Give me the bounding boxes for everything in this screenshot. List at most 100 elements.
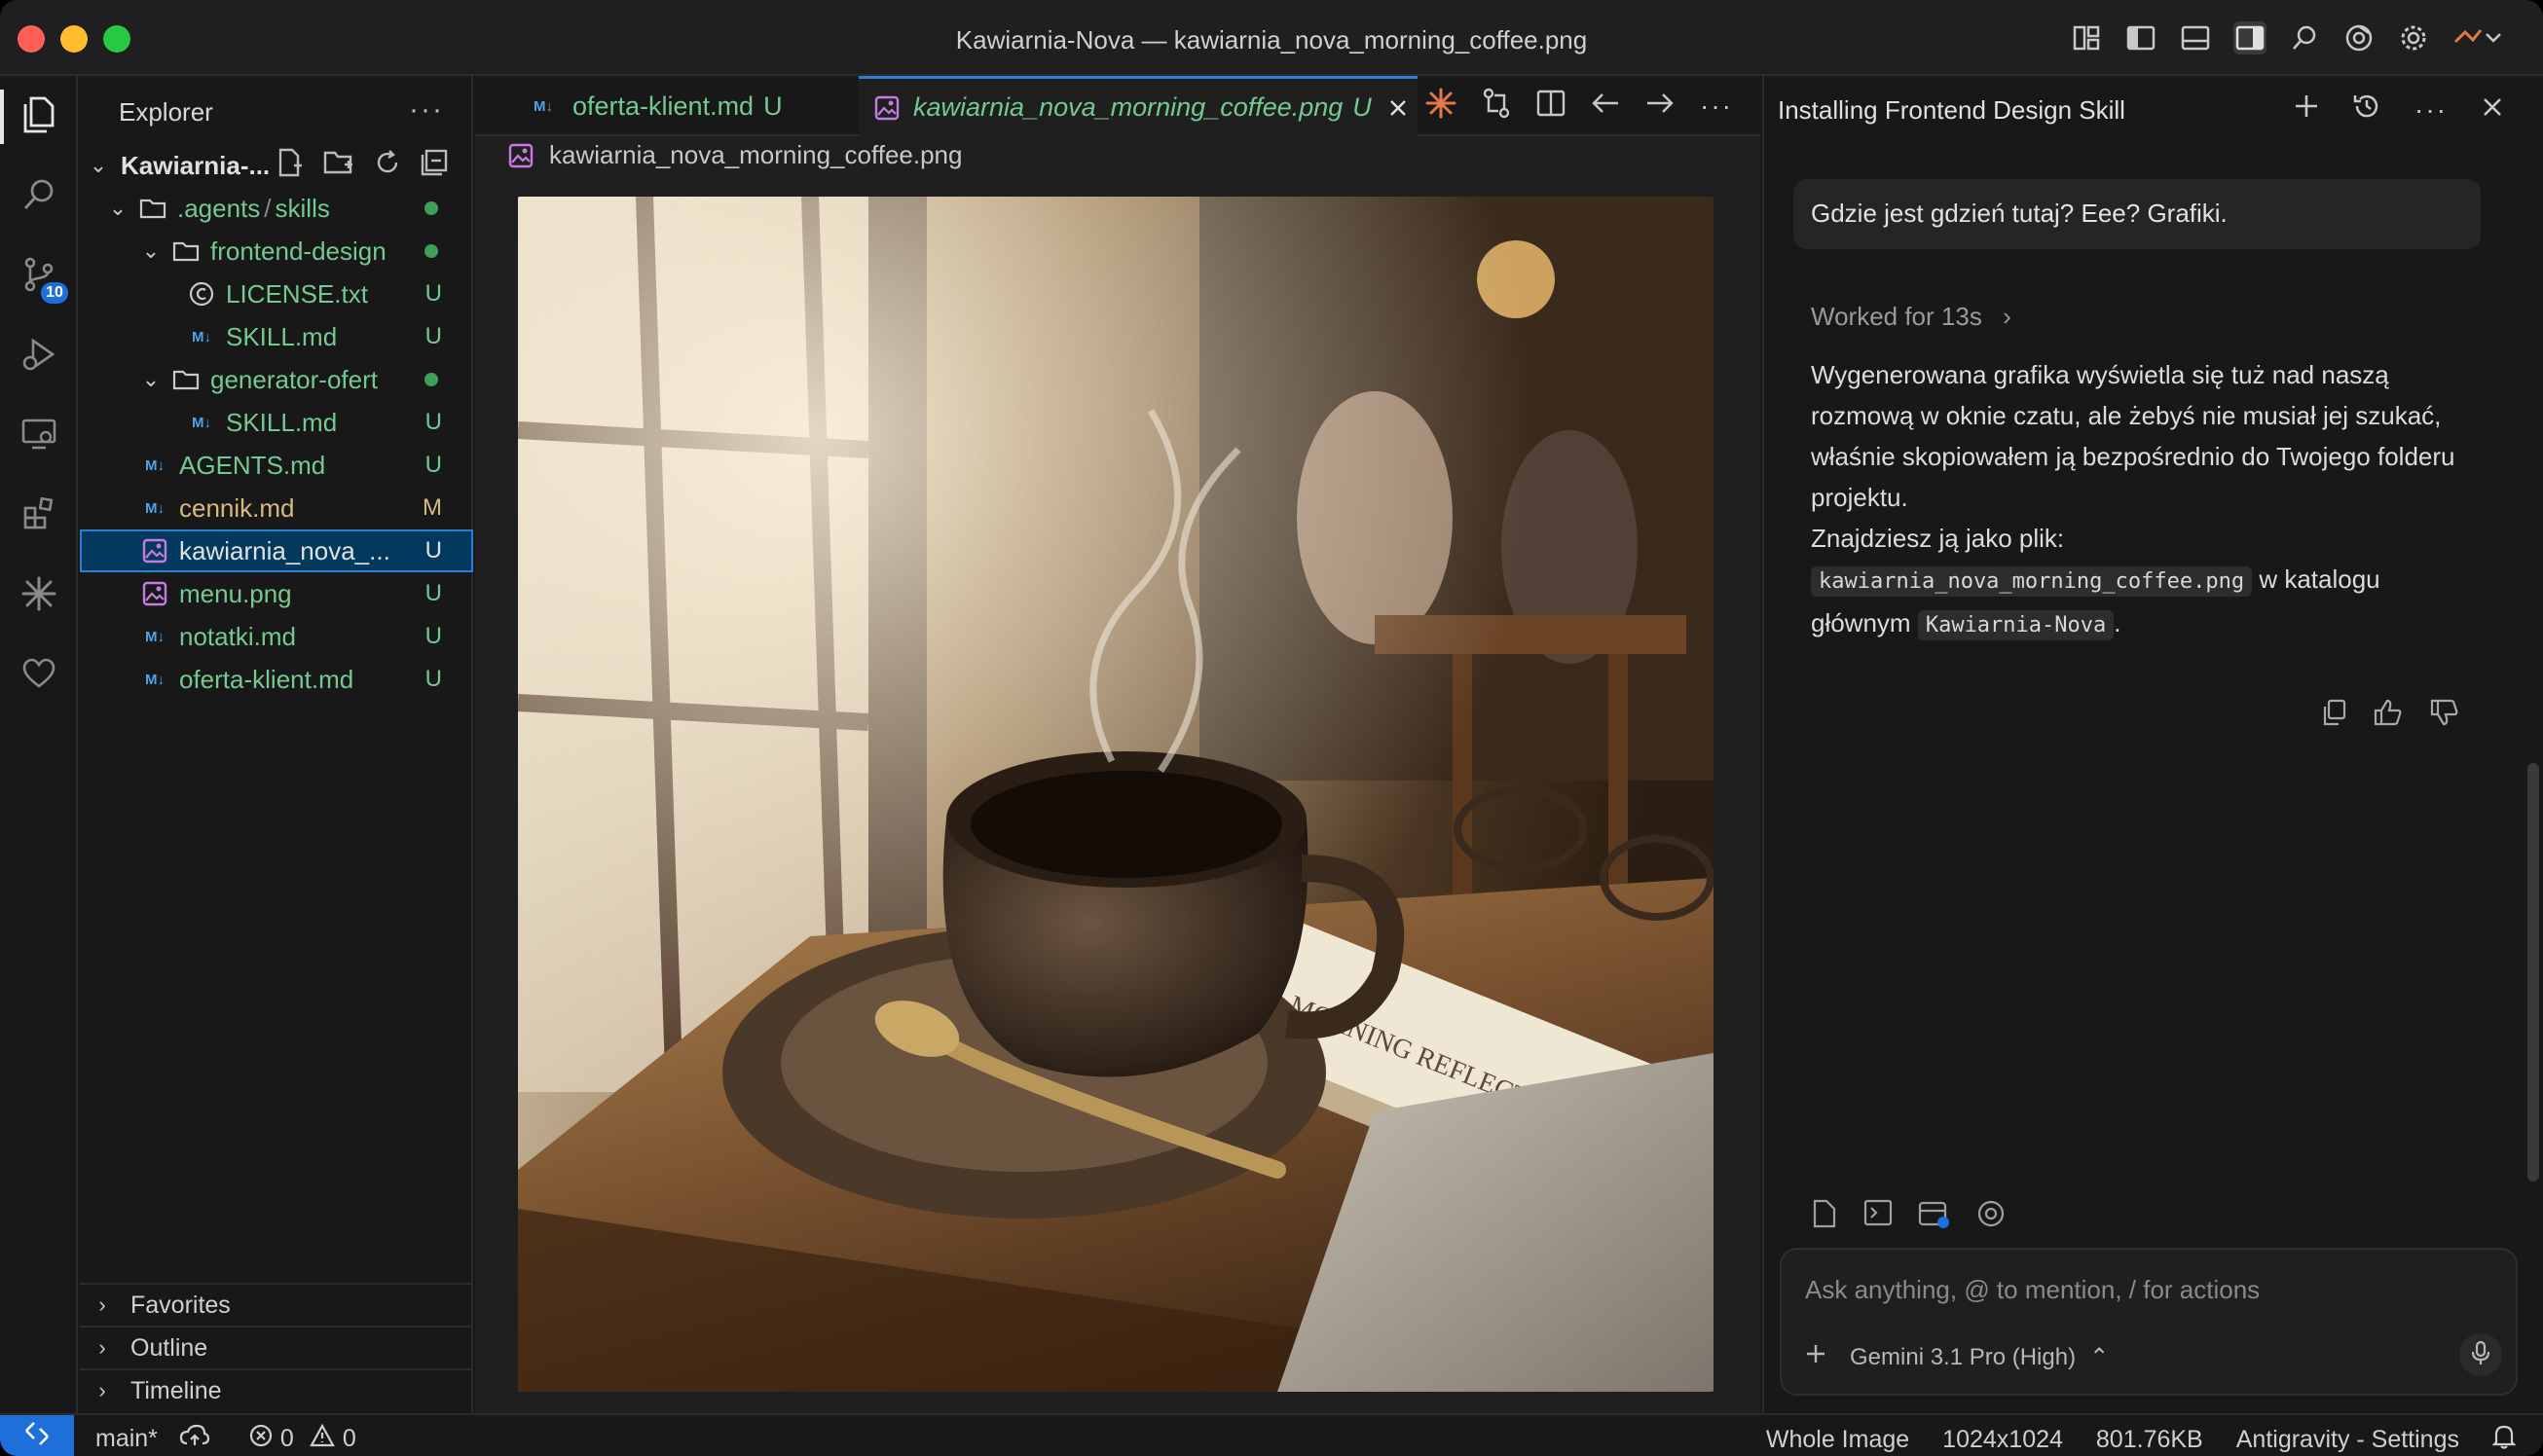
git-status: U [424, 666, 442, 692]
settings-link[interactable]: Antigravity - Settings [2236, 1426, 2459, 1454]
copy-icon[interactable] [2321, 699, 2346, 731]
tree-item-label: oferta-klient.md [179, 664, 354, 694]
problems-indicator[interactable]: 0 0 [249, 1423, 356, 1454]
app-window: Kawiarnia-Nova — kawiarnia_nova_morning_… [0, 0, 2543, 1456]
image-file-size: 801.76KB [2095, 1426, 2203, 1453]
model-selector[interactable]: Gemini 3.1 Pro (High) ⌃ [1850, 1343, 2109, 1371]
tree-item-file[interactable]: LICENSE.txt U [80, 273, 473, 315]
thumbs-up-icon[interactable] [2374, 699, 2403, 731]
file-icon[interactable] [1811, 1199, 1838, 1233]
tree-item-folder[interactable]: ⌄ frontend-design [80, 230, 473, 273]
chevron-down-icon: ⌄ [141, 367, 161, 391]
tab-kawiarnia-image[interactable]: kawiarnia_nova_morning_coffee.png U [859, 76, 1418, 136]
database-icon[interactable] [1918, 1199, 1951, 1233]
tab-label: kawiarnia_nova_morning_coffee.png [913, 92, 1344, 122]
close-icon[interactable] [2481, 93, 2504, 127]
activity-extensions[interactable] [0, 479, 78, 553]
model-row: Gemini 3.1 Pro (High) ⌃ [1805, 1343, 2109, 1371]
section-timeline[interactable]: › Timeline [80, 1368, 473, 1411]
tree-item-label: cennik.md [179, 492, 295, 523]
heart-icon [21, 658, 56, 694]
terminal-icon[interactable] [1863, 1199, 1893, 1233]
history-icon[interactable] [2352, 91, 2381, 128]
microphone-button[interactable] [2459, 1333, 2502, 1376]
tree-item-folder[interactable]: ⌄ generator-ofert [80, 358, 473, 401]
tree-item-file[interactable]: M↓ oferta-klient.md U [80, 658, 473, 701]
arrow-right-icon[interactable] [1645, 91, 1675, 120]
toggle-panel-icon[interactable] [2179, 21, 2212, 55]
tree-item-file-selected[interactable]: kawiarnia_nova_... U [80, 529, 473, 572]
activity-source-control[interactable]: 10 [0, 239, 78, 313]
more-actions-button[interactable]: ··· [1700, 91, 1733, 122]
tree-item-file[interactable]: M↓ SKILL.md U [80, 315, 473, 358]
agent-spark-icon[interactable] [1425, 88, 1456, 124]
tree-item-label: frontend-design [210, 236, 387, 266]
tree-item-file[interactable]: M↓ cennik.md M [80, 487, 473, 529]
browser-icon[interactable] [2342, 21, 2376, 55]
cloud-sync-icon[interactable] [179, 1424, 210, 1454]
git-status: U [424, 537, 442, 564]
agent-spark-icon [20, 575, 57, 617]
activity-agent[interactable] [0, 559, 78, 633]
tab-label: oferta-klient.md [572, 91, 755, 121]
activity-remote-explorer[interactable] [0, 399, 78, 473]
split-editor-icon[interactable] [1536, 90, 1566, 122]
context-tools [1811, 1199, 2006, 1233]
close-icon[interactable] [1387, 97, 1409, 119]
add-context-icon[interactable] [1805, 1343, 1826, 1371]
git-branch[interactable]: main* [95, 1425, 158, 1453]
remote-explorer-icon [20, 418, 57, 455]
tab-oferta-klient[interactable]: M↓ oferta-klient.md U [518, 76, 839, 136]
section-outline[interactable]: › Outline [80, 1326, 473, 1368]
worked-duration[interactable]: Worked for 13s › [1811, 302, 2011, 332]
image-view-mode[interactable]: Whole Image [1766, 1426, 1909, 1454]
image-preview: MORNING REFLECTIONS [518, 197, 1714, 1392]
explorer-more-button[interactable]: ··· [409, 93, 444, 127]
account-chevron-icon[interactable] [2451, 21, 2504, 55]
chat-input[interactable] [1805, 1275, 2487, 1305]
refresh-icon[interactable] [374, 149, 401, 183]
tree-item-file[interactable]: M↓ AGENTS.md U [80, 444, 473, 487]
activity-bar: 10 [0, 76, 78, 1413]
tree-item-file[interactable]: menu.png U [80, 572, 473, 615]
markdown-icon: M↓ [192, 414, 211, 431]
model-label: Gemini 3.1 Pro (High) [1850, 1344, 2077, 1370]
settings-gear-icon[interactable] [2397, 21, 2430, 55]
collapse-all-icon[interactable] [421, 149, 448, 183]
section-favorites[interactable]: › Favorites [80, 1283, 473, 1326]
chevron-right-icon: › [98, 1292, 106, 1317]
toggle-secondary-sidebar-icon[interactable] [2233, 21, 2267, 55]
editor-area: M↓ oferta-klient.md U kawiarnia_nova_mor… [475, 76, 1760, 1413]
tree-item-folder[interactable]: ⌄ .agents / skills [80, 187, 473, 230]
browser-icon[interactable] [1976, 1199, 2006, 1233]
chat-more-button[interactable]: ··· [2414, 94, 2448, 126]
activity-explorer[interactable] [0, 80, 78, 154]
new-folder-icon[interactable] [323, 149, 354, 183]
remote-button[interactable] [0, 1415, 74, 1456]
new-file-icon[interactable] [275, 148, 304, 184]
arrow-left-icon[interactable] [1591, 91, 1620, 120]
toggle-primary-sidebar-icon[interactable] [2124, 21, 2157, 55]
thumbs-down-icon[interactable] [2430, 699, 2459, 731]
new-chat-icon[interactable] [2294, 93, 2319, 127]
git-status: M [423, 494, 442, 521]
section-label: Timeline [130, 1376, 222, 1404]
tree-item-file[interactable]: M↓ notatki.md U [80, 615, 473, 658]
chat-scrollbar[interactable] [2527, 763, 2539, 1182]
activity-run-debug[interactable] [0, 319, 78, 393]
tree-item-file[interactable]: M↓ SKILL.md U [80, 401, 473, 444]
status-right: Whole Image 1024x1024 801.76KB Antigravi… [1766, 1424, 2517, 1456]
license-icon [187, 280, 216, 308]
compare-changes-icon[interactable] [1482, 88, 1511, 124]
warning-count: 0 [342, 1425, 356, 1452]
warning-icon [309, 1423, 335, 1454]
search-icon[interactable] [2288, 21, 2321, 55]
bell-icon[interactable] [2491, 1424, 2517, 1456]
workspace-root[interactable]: ⌄ Kawiarnia-... [80, 144, 473, 187]
activity-search[interactable] [0, 160, 78, 234]
folder-icon [138, 198, 167, 219]
activity-favorites[interactable] [0, 638, 78, 712]
tree-item-label: LICENSE.txt [226, 278, 368, 309]
breadcrumb-file[interactable]: kawiarnia_nova_morning_coffee.png [549, 140, 962, 170]
layout-icon[interactable] [2070, 21, 2103, 55]
